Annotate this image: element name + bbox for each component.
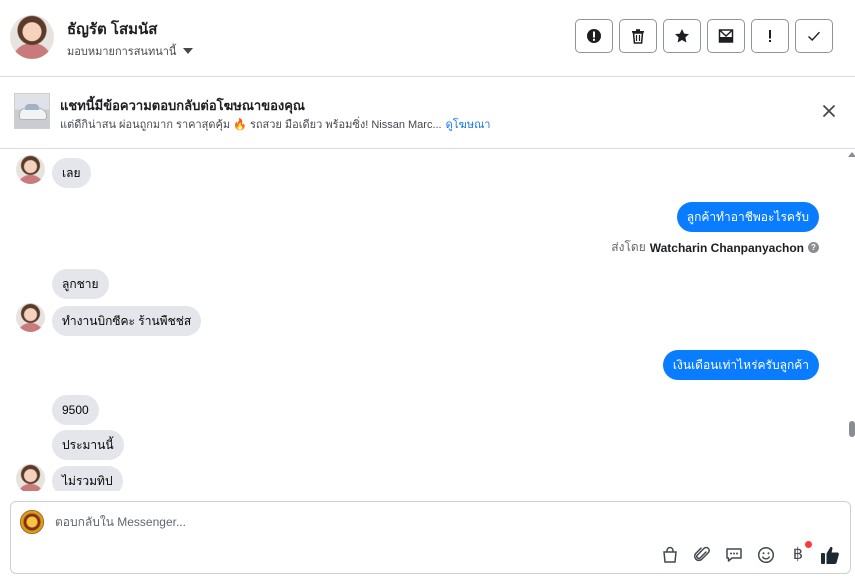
notification-dot <box>805 541 812 548</box>
payment-button[interactable]: ฿ <box>788 541 812 565</box>
incoming-message[interactable]: 9500 <box>52 395 99 425</box>
alert-circle-icon <box>587 29 601 43</box>
scroll-up-arrow-icon[interactable] <box>848 152 855 157</box>
like-button[interactable] <box>820 545 840 565</box>
incoming-message[interactable]: ไม่รวมทิป <box>52 466 123 491</box>
shopping-bag-button[interactable] <box>660 545 680 565</box>
header-actions <box>575 19 833 53</box>
mark-done-button[interactable] <box>795 19 833 53</box>
attachment-button[interactable] <box>692 545 712 565</box>
close-icon[interactable] <box>821 103 837 119</box>
incoming-message[interactable]: ทำงานบิกซีคะ ร้านพืชช่ส <box>52 306 202 336</box>
assign-label: มอบหมายการสนทนานี้ <box>67 46 177 58</box>
sender-avatar[interactable] <box>16 464 45 491</box>
priority-button[interactable] <box>751 19 789 53</box>
emoji-icon <box>757 546 775 564</box>
attachment-icon <box>693 546 710 562</box>
car-image <box>19 104 47 120</box>
view-ad-link[interactable]: ดูโฆษณา <box>446 119 491 131</box>
banner-text: แต่ดีกิน่าสน ผ่อนถูกมาก ราคาสุดคุ้ม 🔥 รถ… <box>60 115 490 133</box>
star-icon <box>675 29 689 43</box>
conversation-header: ธัญรัต โสมนัส มอบหมายการสนทนานี้ <box>0 0 855 77</box>
sent-by-name: Watcharin Chanpanyachon <box>649 240 804 255</box>
contact-avatar[interactable] <box>10 15 54 59</box>
banner-title: แชทนี้มีข้อความตอบกลับต่อโฆษณาของคุณ <box>60 98 305 113</box>
check-icon <box>808 31 821 41</box>
outgoing-message[interactable]: ลูกค้าทำอาชีพอะไรครับ <box>676 202 819 232</box>
saved-replies-icon <box>726 548 742 562</box>
ad-reply-banner: แชทนี้มีข้อความตอบกลับต่อโฆษณาของคุณ แต่… <box>0 77 855 149</box>
trash-icon <box>632 29 644 44</box>
ad-preview-text: แต่ดีกิน่าสน ผ่อนถูกมาก ราคาสุดคุ้ม 🔥 รถ… <box>60 119 442 131</box>
sent-by-label: ส่งโดย Watcharin Chanpanyachon ? <box>611 238 819 257</box>
ad-thumbnail[interactable] <box>14 93 50 129</box>
baht-icon: ฿ <box>792 546 804 563</box>
incoming-message[interactable]: ประมานนี้ <box>52 430 124 460</box>
help-icon[interactable]: ? <box>808 242 819 253</box>
assign-conversation-dropdown[interactable]: มอบหมายการสนทนานี้ <box>67 42 194 60</box>
shopping-bag-icon <box>663 546 677 563</box>
incoming-message[interactable]: ลูกชาย <box>52 269 109 299</box>
reply-composer: ฿ <box>10 501 851 574</box>
outgoing-message[interactable]: เงินเดือนเท่าไหร่ครับลูกค้า <box>662 350 819 380</box>
saved-replies-button[interactable] <box>724 545 744 565</box>
like-icon <box>821 546 839 564</box>
emoji-button[interactable] <box>756 545 776 565</box>
sender-avatar[interactable] <box>16 303 45 332</box>
message-thread[interactable]: เลย ลูกค้าทำอาชีพอะไรครับ ส่งโดย Watchar… <box>0 149 855 491</box>
page-avatar <box>20 510 44 534</box>
sent-by-prefix: ส่งโดย <box>611 240 646 254</box>
reply-input[interactable] <box>55 515 755 529</box>
mark-unread-button[interactable] <box>707 19 745 53</box>
delete-button[interactable] <box>619 19 657 53</box>
mark-unread-icon <box>718 29 734 43</box>
report-spam-button[interactable] <box>575 19 613 53</box>
star-button[interactable] <box>663 19 701 53</box>
caret-down-icon <box>183 48 194 54</box>
composer-tools: ฿ <box>660 541 840 565</box>
incoming-message[interactable]: เลย <box>52 158 91 188</box>
thread-scrollbar[interactable] <box>847 149 855 491</box>
scroll-thumb[interactable] <box>849 421 855 437</box>
contact-name[interactable]: ธัญรัต โสมนัส <box>67 17 157 41</box>
sender-avatar[interactable] <box>16 155 45 184</box>
exclamation-icon <box>769 30 771 42</box>
